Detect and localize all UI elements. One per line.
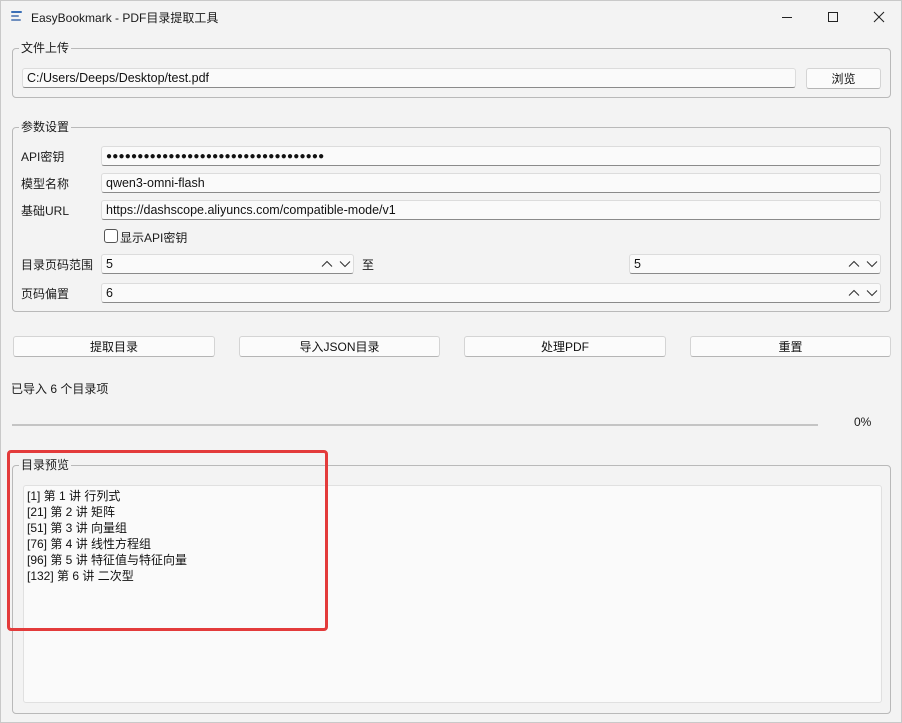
document-lines-icon: [10, 10, 23, 22]
toc-line: [76] 第 4 讲 线性方程组: [27, 537, 152, 551]
file-upload-group-title: 文件上传: [19, 41, 72, 55]
extract-toc-button[interactable]: 提取目录: [13, 336, 215, 357]
toc-preview-group-title: 目录预览: [19, 458, 72, 472]
model-name-field[interactable]: qwen3-omni-flash: [101, 173, 881, 193]
chevron-down-icon: [339, 261, 351, 268]
page-offset-spinbox[interactable]: 6: [101, 283, 881, 303]
title-bar[interactable]: EasyBookmark - PDF目录提取工具: [1, 1, 901, 32]
chevron-up-icon: [848, 289, 860, 296]
page-offset-label: 页码偏置: [21, 287, 70, 301]
progress-bar: [12, 424, 818, 426]
progress-percent-label: 0%: [854, 415, 872, 429]
api-key-field[interactable]: ●●●●●●●●●●●●●●●●●●●●●●●●●●●●●●●●●●●: [101, 146, 881, 166]
page-range-label: 目录页码范围: [21, 258, 94, 272]
process-pdf-button[interactable]: 处理PDF: [464, 336, 666, 357]
page-offset-spin-arrows[interactable]: [848, 285, 878, 301]
chevron-up-icon: [848, 260, 860, 267]
show-api-key-checkbox[interactable]: [104, 229, 118, 243]
chevron-up-icon: [321, 260, 333, 267]
api-key-label: API密钥: [21, 150, 65, 164]
toc-line: [21] 第 2 讲 矩阵: [27, 505, 116, 519]
minimize-icon: [782, 16, 792, 18]
page-to-value: 5: [634, 257, 641, 271]
toc-line: [132] 第 6 讲 二次型: [27, 569, 134, 583]
reset-button[interactable]: 重置: [690, 336, 891, 357]
chevron-down-icon: [866, 290, 878, 297]
page-from-spin-arrows[interactable]: [321, 256, 351, 272]
import-json-button[interactable]: 导入JSON目录: [239, 336, 440, 357]
page-offset-value: 6: [106, 286, 113, 300]
params-group-title: 参数设置: [19, 120, 72, 134]
toc-line: [96] 第 5 讲 特征值与特征向量: [27, 553, 188, 567]
maximize-button[interactable]: [810, 1, 856, 32]
file-path-field[interactable]: C:/Users/Deeps/Desktop/test.pdf: [22, 68, 796, 88]
to-label: 至: [362, 258, 375, 272]
show-api-key-label[interactable]: 显示API密钥: [120, 229, 187, 246]
maximize-icon: [828, 11, 838, 22]
base-url-field[interactable]: https://dashscope.aliyuncs.com/compatibl…: [101, 200, 881, 220]
page-from-spinbox[interactable]: 5: [101, 254, 354, 274]
minimize-button[interactable]: [764, 1, 810, 32]
page-from-value: 5: [106, 257, 113, 271]
toc-line: [1] 第 1 讲 行列式: [27, 489, 121, 503]
toc-line: [51] 第 3 讲 向量组: [27, 521, 128, 535]
page-to-spin-arrows[interactable]: [848, 256, 878, 272]
close-icon: [873, 11, 885, 22]
window-title: EasyBookmark - PDF目录提取工具: [31, 11, 219, 25]
toc-preview-textarea[interactable]: [1] 第 1 讲 行列式 [21] 第 2 讲 矩阵 [51] 第 3 讲 向…: [23, 485, 882, 703]
page-to-spinbox[interactable]: 5: [629, 254, 881, 274]
chevron-down-icon: [866, 261, 878, 268]
status-message: 已导入 6 个目录项: [11, 382, 109, 396]
close-button[interactable]: [856, 1, 902, 32]
browse-button[interactable]: 浏览: [806, 68, 881, 89]
app-window: EasyBookmark - PDF目录提取工具 文件上传 C:/Users/D…: [0, 0, 902, 723]
base-url-label: 基础URL: [21, 204, 70, 218]
model-name-label: 模型名称: [21, 177, 70, 191]
